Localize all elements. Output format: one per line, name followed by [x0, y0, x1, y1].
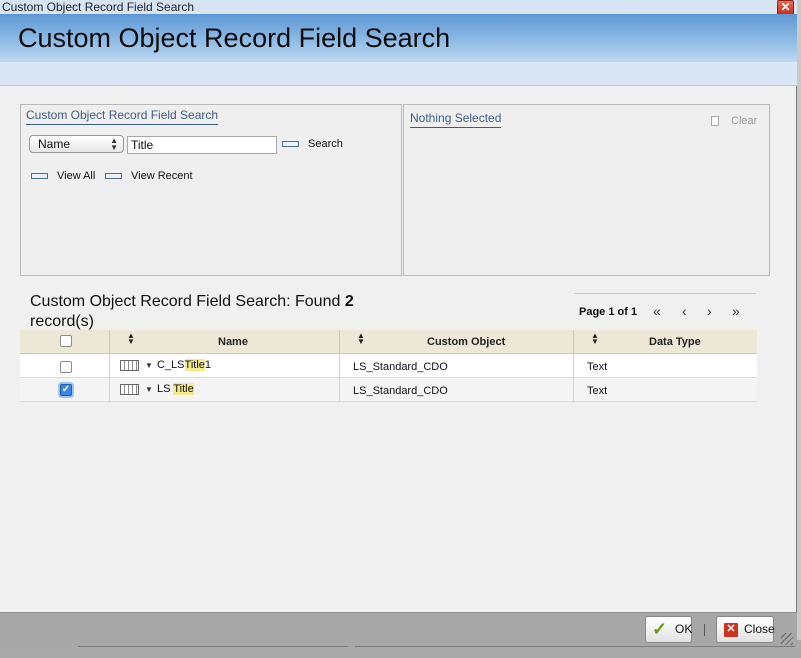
data-type-cell: Text	[574, 354, 757, 378]
view-all-label: View All	[57, 170, 96, 182]
previous-page-icon[interactable]: ‹	[682, 303, 687, 319]
header-subbar	[0, 62, 797, 86]
row-checkbox-checked[interactable]: ✓	[60, 384, 72, 396]
results-count: 2	[344, 293, 354, 310]
name-part: C_LS	[157, 359, 185, 371]
select-arrows-icon: ▲ ▼	[110, 136, 118, 152]
table-row[interactable]: ✓ ▼ LS Title LS_Standard_CDO Text	[20, 378, 757, 402]
name-highlight: Title	[184, 359, 205, 371]
view-recent-button[interactable]: View Recent	[105, 170, 193, 182]
custom-object-cell: LS_Standard_CDO	[340, 354, 574, 378]
view-recent-icon	[105, 173, 122, 180]
close-button[interactable]: ✕ Close	[716, 616, 775, 643]
next-page-icon[interactable]: ›	[707, 303, 712, 319]
search-button-icon	[282, 141, 299, 148]
name-cell: ▼ LS Title	[110, 378, 340, 402]
ok-label: OK	[675, 622, 693, 636]
search-input[interactable]	[127, 136, 277, 154]
column-header-custom-object[interactable]: ▲ ▼ Custom Object	[340, 330, 574, 354]
sort-icon: ▲ ▼	[127, 331, 135, 346]
page-title: Custom Object Record Field Search	[18, 23, 451, 53]
field-name: C_LSTitle1	[157, 359, 211, 371]
window-titlebar: Custom Object Record Field Search ✕	[0, 0, 797, 15]
view-all-icon	[31, 173, 48, 180]
column-label-data-type: Data Type	[649, 336, 701, 348]
dialog-footer: ✓ OK ✕ Close	[0, 612, 797, 646]
ok-button[interactable]: ✓ OK	[645, 616, 692, 643]
sort-icon: ▲ ▼	[357, 331, 365, 346]
name-cell: ▼ C_LSTitle1	[110, 354, 340, 378]
view-all-button[interactable]: View All	[31, 170, 95, 182]
results-title-suffix: record(s)	[30, 313, 95, 330]
window-title: Custom Object Record Field Search	[2, 0, 195, 14]
clear-button[interactable]: Clear	[711, 115, 757, 127]
column-label-custom-object: Custom Object	[427, 336, 506, 348]
name-part: LS	[157, 383, 174, 395]
selection-panel-heading: Nothing Selected	[410, 111, 502, 128]
view-recent-label: View Recent	[131, 170, 193, 182]
first-page-icon[interactable]: «	[653, 303, 661, 319]
dropdown-caret-icon[interactable]: ▼	[145, 385, 153, 394]
close-label: Close	[744, 622, 775, 636]
table-header: ▲ ▼ Name ▲ ▼ Custom Object ▲ ▼ Data Type	[20, 330, 757, 354]
field-grid-icon	[120, 360, 139, 371]
close-icon: ✕	[724, 623, 738, 637]
column-header-name[interactable]: ▲ ▼ Name	[110, 330, 340, 354]
selection-panel: Nothing Selected Clear	[403, 104, 770, 276]
pagination: Page 1 of 1 « ‹ › »	[574, 293, 756, 329]
search-button[interactable]: Search	[282, 138, 343, 150]
select-all-checkbox[interactable]	[60, 335, 72, 347]
field-name: LS Title	[157, 383, 194, 395]
window-close-icon[interactable]: ✕	[777, 0, 794, 15]
checkmark-icon: ✓	[652, 619, 668, 639]
sort-icon: ▲ ▼	[591, 331, 599, 346]
document-icon	[711, 116, 719, 127]
custom-object-cell: LS_Standard_CDO	[340, 378, 574, 402]
last-page-icon[interactable]: »	[732, 303, 740, 319]
search-panel: Custom Object Record Field Search Name ▲…	[20, 104, 402, 276]
results-title: Custom Object Record Field Search: Found…	[30, 292, 370, 332]
clear-label: Clear	[731, 115, 758, 127]
select-all-column	[20, 330, 110, 354]
column-label-name: Name	[218, 336, 248, 348]
results-title-prefix: Custom Object Record Field Search: Found	[30, 293, 341, 310]
custom-object-value: LS_Standard_CDO	[353, 361, 448, 373]
column-header-data-type[interactable]: ▲ ▼ Data Type	[574, 330, 757, 354]
search-panel-heading: Custom Object Record Field Search	[26, 108, 219, 125]
page-indicator: Page 1 of 1	[579, 306, 638, 318]
custom-object-value: LS_Standard_CDO	[353, 385, 448, 397]
search-dialog: Custom Object Record Field Search ✕ Cust…	[0, 0, 797, 646]
field-select[interactable]: Name ▲ ▼	[29, 135, 124, 153]
data-type-value: Text	[587, 385, 608, 397]
table-row[interactable]: ▼ C_LSTitle1 LS_Standard_CDO Text	[20, 354, 757, 378]
background-line	[78, 646, 348, 647]
name-part: 1	[204, 359, 212, 371]
background-line	[355, 646, 795, 647]
row-checkbox[interactable]	[60, 361, 72, 373]
resize-grip-icon[interactable]	[781, 633, 793, 645]
row-select-cell: ✓	[20, 378, 110, 402]
dialog-header: Custom Object Record Field Search	[0, 14, 797, 62]
field-select-value: Name	[38, 137, 71, 151]
row-select-cell	[20, 354, 110, 378]
data-type-cell: Text	[574, 378, 757, 402]
name-highlight: Title	[173, 383, 194, 395]
field-grid-icon	[120, 384, 139, 395]
data-type-value: Text	[587, 361, 608, 373]
search-button-label: Search	[308, 138, 343, 150]
dropdown-caret-icon[interactable]: ▼	[145, 361, 153, 370]
footer-divider	[704, 624, 705, 636]
